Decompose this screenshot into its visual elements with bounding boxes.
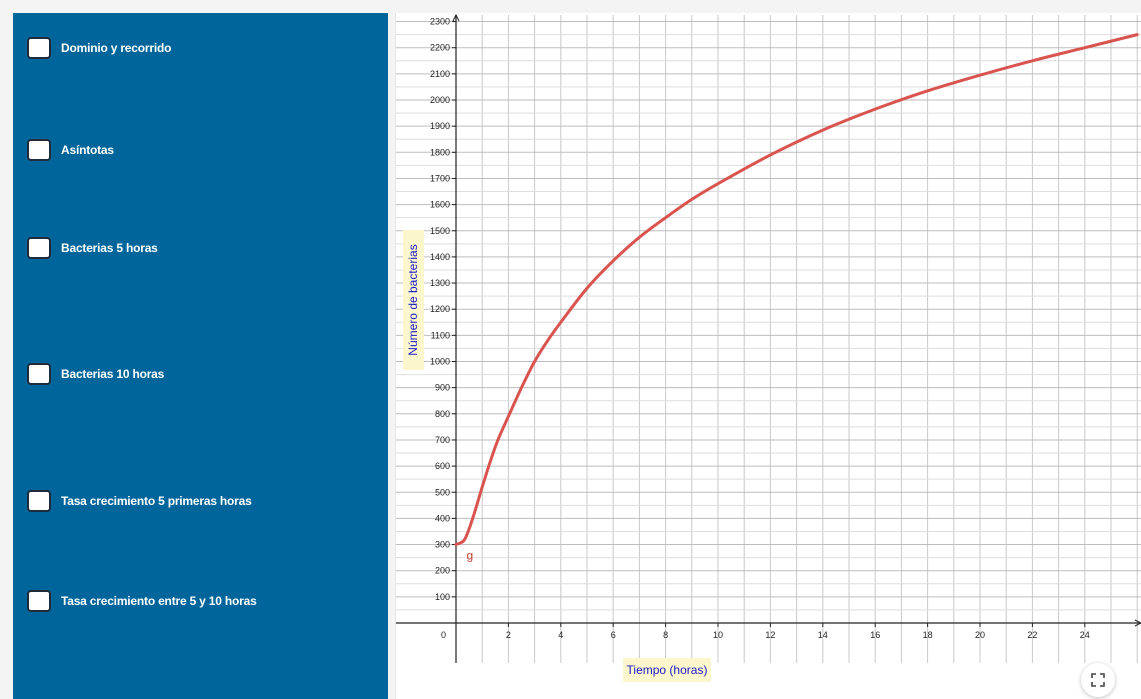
x-tick-label: 10 bbox=[713, 630, 723, 640]
function-label[interactable]: g bbox=[466, 549, 473, 563]
y-tick-label: 1000 bbox=[430, 357, 450, 367]
checkbox-row-dominio-recorrido[interactable]: Dominio y recorrido bbox=[27, 37, 171, 59]
y-tick-label: 1900 bbox=[430, 121, 450, 131]
y-tick-label: 1500 bbox=[430, 226, 450, 236]
checkbox-label: Tasa crecimiento entre 5 y 10 horas bbox=[61, 594, 257, 608]
fullscreen-icon bbox=[1091, 673, 1105, 687]
checkbox-row-asintotas[interactable]: Asíntotas bbox=[27, 139, 114, 161]
x-tick-label: 12 bbox=[765, 630, 775, 640]
y-tick-label: 2100 bbox=[430, 69, 450, 79]
panel-divider[interactable] bbox=[388, 13, 396, 699]
graph-canvas[interactable]: 2 4 6 8 10 12 14 16 18 20 22 2410020030040050060070… bbox=[396, 13, 1141, 699]
graphics-view[interactable]: 2 4 6 8 10 12 14 16 18 20 22 24 100 200 300 400 500 600 70… bbox=[396, 13, 1141, 699]
checkbox-label: Bacterias 10 horas bbox=[61, 367, 165, 381]
y-tick-label: 500 bbox=[435, 487, 450, 497]
x-tick-label: 20 bbox=[975, 630, 985, 640]
x-tick-label: 8 bbox=[663, 630, 668, 640]
checkbox-asintotas[interactable] bbox=[27, 139, 51, 161]
y-tick-label: 900 bbox=[435, 383, 450, 393]
y-tick-label: 1800 bbox=[430, 147, 450, 157]
x-tick-label: 18 bbox=[923, 630, 933, 640]
y-tick-label: 200 bbox=[435, 566, 450, 576]
y-tick-label: 1200 bbox=[430, 304, 450, 314]
y-tick-label: 800 bbox=[435, 409, 450, 419]
y-tick-label: 100 bbox=[435, 592, 450, 602]
origin-label: 0 bbox=[441, 630, 446, 640]
checkbox-bacterias-10-horas[interactable] bbox=[27, 363, 51, 385]
x-axis-label: Tiempo (horas) bbox=[623, 658, 711, 682]
y-tick-label: 700 bbox=[435, 435, 450, 445]
y-tick-label: 1400 bbox=[430, 252, 450, 262]
x-tick-label: 24 bbox=[1080, 630, 1090, 640]
sidebar: Dominio y recorrido Asíntotas Bacterias … bbox=[13, 13, 388, 699]
checkbox-label: Tasa crecimiento 5 primeras horas bbox=[61, 494, 252, 508]
y-tick-label: 2300 bbox=[430, 17, 450, 27]
checkbox-bacterias-5-horas[interactable] bbox=[27, 237, 51, 259]
checkbox-row-bacterias-10-horas[interactable]: Bacterias 10 horas bbox=[27, 363, 164, 385]
y-tick-label: 2200 bbox=[430, 43, 450, 53]
fullscreen-button[interactable] bbox=[1081, 663, 1115, 697]
y-tick-label: 600 bbox=[435, 461, 450, 471]
checkbox-tasa-5-primeras-horas[interactable] bbox=[27, 490, 51, 512]
checkbox-row-tasa-5-primeras-horas[interactable]: Tasa crecimiento 5 primeras horas bbox=[27, 490, 252, 512]
checkbox-row-bacterias-5-horas[interactable]: Bacterias 5 horas bbox=[27, 237, 158, 259]
y-tick-label: 1100 bbox=[431, 330, 450, 340]
y-tick-label: 2000 bbox=[430, 95, 450, 105]
checkbox-row-tasa-entre-5-y-10-horas[interactable]: Tasa crecimiento entre 5 y 10 horas bbox=[27, 590, 257, 612]
y-tick-label: 400 bbox=[435, 513, 450, 523]
y-tick-label: 300 bbox=[435, 540, 450, 550]
y-tick-label: 1600 bbox=[430, 200, 450, 210]
grid-lines bbox=[396, 15, 1141, 663]
y-tick-label: 1300 bbox=[430, 278, 450, 288]
checkbox-dominio-recorrido[interactable] bbox=[27, 37, 51, 59]
x-tick-label: 14 bbox=[818, 630, 828, 640]
checkbox-label: Asíntotas bbox=[61, 143, 114, 157]
checkbox-label: Dominio y recorrido bbox=[61, 41, 172, 55]
x-tick-label: 6 bbox=[611, 630, 616, 640]
y-axis-label: Número de bacterias bbox=[406, 244, 420, 356]
checkbox-tasa-entre-5-y-10-horas[interactable] bbox=[27, 590, 51, 612]
checkbox-label: Bacterias 5 horas bbox=[61, 241, 158, 255]
x-tick-label: 2 bbox=[506, 630, 511, 640]
x-tick-label: 16 bbox=[870, 630, 880, 640]
x-tick-label: 22 bbox=[1027, 630, 1037, 640]
x-tick-label: 4 bbox=[558, 630, 563, 640]
y-tick-label: 1700 bbox=[430, 173, 450, 183]
